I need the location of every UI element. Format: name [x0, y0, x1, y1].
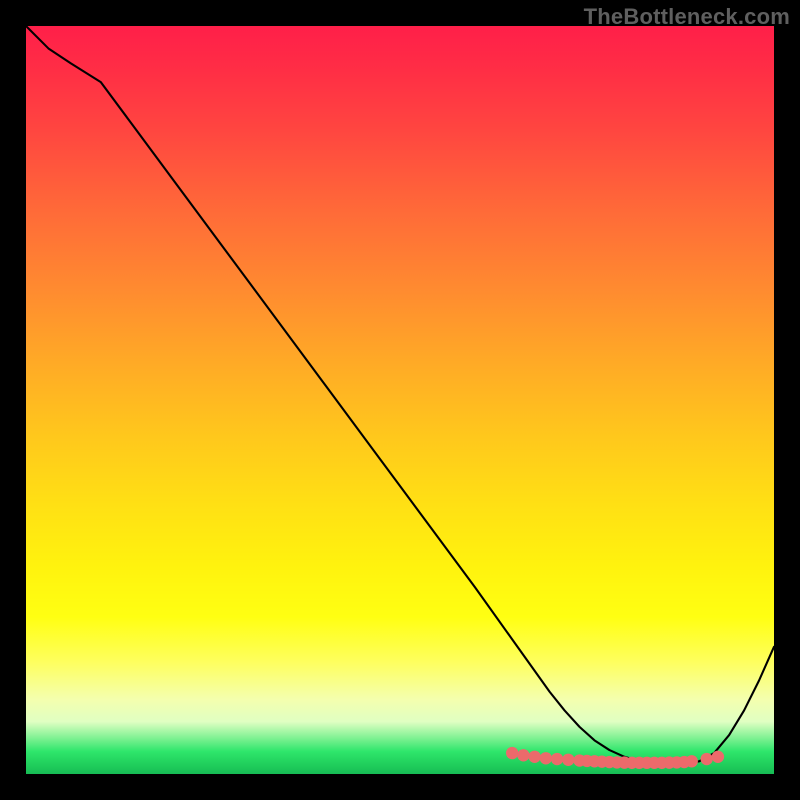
data-dot — [562, 754, 574, 766]
data-dot — [540, 752, 552, 764]
data-dot — [712, 751, 724, 763]
data-dot — [506, 747, 518, 759]
data-dot — [686, 755, 698, 767]
data-dot — [528, 751, 540, 763]
data-dot — [551, 753, 563, 765]
chart-plot-area — [26, 26, 774, 774]
chart-frame: TheBottleneck.com — [0, 0, 800, 800]
data-dot — [517, 749, 529, 761]
bottleneck-curve — [26, 26, 774, 764]
watermark-text: TheBottleneck.com — [584, 4, 790, 30]
chart-svg — [26, 26, 774, 774]
data-dot — [700, 753, 712, 765]
